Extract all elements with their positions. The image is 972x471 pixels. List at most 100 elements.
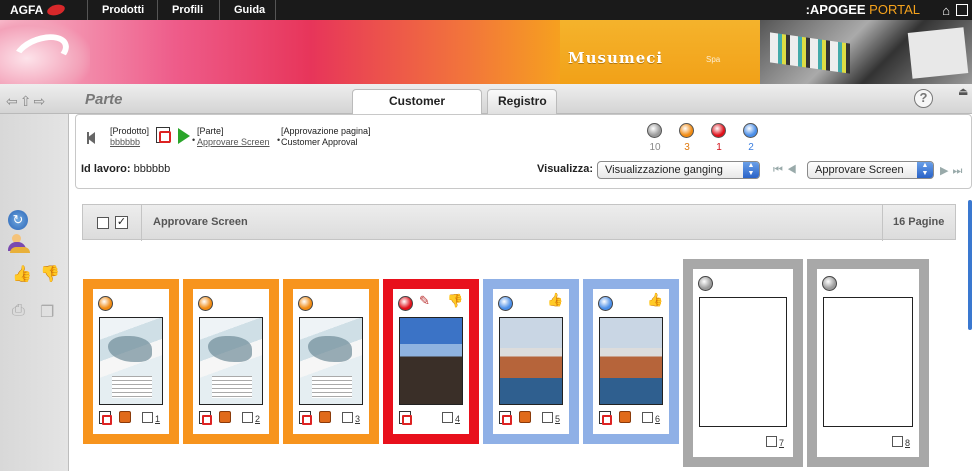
page-checkbox[interactable] (442, 412, 453, 423)
page-thumbnail[interactable] (599, 317, 663, 405)
page-thumbnail[interactable] (199, 317, 263, 405)
pdf-icon[interactable] (399, 411, 412, 425)
page-card[interactable]: 1 (83, 279, 179, 444)
menu-profili[interactable]: Profili (158, 0, 220, 20)
grid-title: Approvare Screen (153, 216, 248, 228)
status-orange-icon[interactable] (679, 123, 694, 138)
page-thumbnail[interactable] (699, 297, 787, 427)
page-card[interactable]: ✎ 👎 4 (383, 279, 479, 444)
status-blue-icon (598, 296, 613, 311)
view-mode-select[interactable]: Visualizzazione ganging ▲ ▼ (597, 161, 760, 179)
menu-guida[interactable]: Guida (220, 0, 276, 20)
page-number[interactable]: 5 (555, 414, 560, 424)
page-card-inner: 1 (93, 289, 169, 434)
copy-disabled-icon: ❐ (40, 304, 55, 321)
tab-registro[interactable]: Registro (487, 89, 557, 114)
page-checkbox[interactable] (242, 412, 253, 423)
top-menu-bar: AGFA Prodotti Profili Guida :APOGEE PORT… (0, 0, 972, 20)
status-gray-icon[interactable] (647, 123, 662, 138)
page-number[interactable]: 3 (355, 414, 360, 424)
status-orange-icon (198, 296, 213, 311)
page-thumbnail[interactable] (299, 317, 363, 405)
reject-icon[interactable]: 👎 (447, 293, 463, 309)
select-arrows-icon: ▲ ▼ (917, 162, 933, 178)
pdf-icon[interactable] (99, 411, 112, 425)
package-icon[interactable] (219, 411, 231, 423)
view-label: Visualizza: (537, 163, 594, 175)
play-icon[interactable] (178, 128, 190, 144)
package-icon[interactable] (119, 411, 131, 423)
select-all-checkbox[interactable]: ✓ (115, 216, 128, 229)
package-icon[interactable] (619, 411, 631, 423)
brand-portal: PORTAL (869, 2, 920, 17)
page-card[interactable]: 👍 5 (483, 279, 579, 444)
pdf-icon[interactable] (599, 411, 612, 425)
header-banner: Musumeci Spa (0, 20, 972, 84)
page-card[interactable]: 8 (807, 259, 929, 467)
sidebar: ↻ 👍 👎 ⎙ ❐ (0, 114, 69, 471)
exit-icon[interactable] (956, 4, 968, 16)
page-number[interactable]: 8 (905, 438, 910, 448)
page-card[interactable]: 2 (183, 279, 279, 444)
toolbar: ⇦⇧⇨ Parte Customer Approval Registro ? (0, 84, 972, 131)
page-checkbox[interactable] (642, 412, 653, 423)
page-card[interactable]: 👍 6 (583, 279, 679, 444)
breadcrumb-parte-link[interactable]: Approvare Screen (197, 137, 270, 148)
pdf-icon[interactable] (156, 127, 171, 143)
page-checkbox[interactable] (542, 412, 553, 423)
status-red-icon[interactable] (711, 123, 726, 138)
next-last-icon[interactable]: ▶⏭ (940, 164, 966, 178)
job-id-label: Id lavoro: (81, 163, 131, 175)
breadcrumb-separator: • (192, 135, 196, 145)
page-checkbox[interactable] (766, 436, 777, 447)
filter-select[interactable]: Approvare Screen ▲ ▼ (807, 161, 934, 179)
page-thumbnail[interactable] (399, 317, 463, 405)
page-checkbox[interactable] (342, 412, 353, 423)
approve-disabled-icon: 👍 (12, 266, 32, 283)
page-thumbnail[interactable] (99, 317, 163, 405)
approve-icon[interactable]: 👍 (547, 292, 563, 308)
menu-prodotti[interactable]: Prodotti (88, 0, 158, 20)
first-prev-icon[interactable]: ⏮◀ (773, 164, 801, 177)
page-card-inner: 7 (693, 269, 793, 457)
eject-icon[interactable]: ⏏ (958, 85, 972, 105)
page-number[interactable]: 4 (455, 414, 460, 424)
job-info-panel: [Prodotto] bbbbbb • [Parte] Approvare Sc… (75, 114, 972, 189)
divider (141, 205, 142, 241)
home-icon[interactable]: ⌂ (942, 3, 950, 18)
annotate-icon[interactable]: ✎ (419, 293, 430, 309)
status-blue-icon[interactable] (743, 123, 758, 138)
page-number[interactable]: 7 (779, 438, 784, 448)
page-number[interactable]: 1 (155, 414, 160, 424)
package-icon[interactable] (519, 411, 531, 423)
package-icon[interactable] (319, 411, 331, 423)
page-card-inner: 👍 5 (493, 289, 569, 434)
page-number[interactable]: 2 (255, 414, 260, 424)
page-checkbox[interactable] (892, 436, 903, 447)
page-thumbnail[interactable] (499, 317, 563, 405)
pdf-icon[interactable] (299, 411, 312, 425)
scrollbar[interactable] (968, 200, 972, 330)
approve-icon[interactable]: 👍 (647, 292, 663, 308)
status-orange-icon (298, 296, 313, 311)
status-blue-count: 2 (748, 142, 754, 153)
users-icon[interactable] (8, 234, 30, 253)
tab-customer-approval[interactable]: Customer Approval (352, 89, 482, 131)
page-count: 16 Pagine (893, 216, 945, 228)
refresh-icon[interactable]: ↻ (8, 210, 28, 230)
page-thumbnail[interactable] (823, 297, 913, 427)
reject-disabled-icon: 👎 (40, 266, 60, 283)
status-orange-icon (98, 296, 113, 311)
select-checkbox[interactable] (97, 217, 109, 229)
page-number[interactable]: 6 (655, 414, 660, 424)
page-card[interactable]: 7 (683, 259, 803, 467)
pdf-icon[interactable] (199, 411, 212, 425)
page-checkbox[interactable] (142, 412, 153, 423)
pdf-icon[interactable] (499, 411, 512, 425)
page-card[interactable]: 3 (283, 279, 379, 444)
status-red-icon (398, 296, 413, 311)
back-icon[interactable] (87, 132, 95, 144)
breadcrumb-prodotto-link[interactable]: bbbbbb (110, 137, 149, 148)
help-icon[interactable]: ? (914, 89, 933, 108)
nav-arrows-icon[interactable]: ⇦⇧⇨ (6, 93, 47, 110)
